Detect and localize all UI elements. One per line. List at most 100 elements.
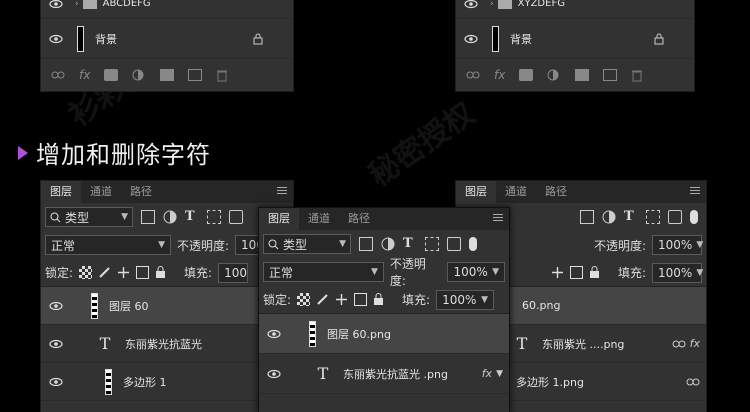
tab-layers[interactable]: 图层 xyxy=(456,181,496,203)
link-layers-icon[interactable] xyxy=(51,69,65,81)
layer-row[interactable]: 多边形 1 xyxy=(41,363,293,401)
trash-icon[interactable] xyxy=(216,69,230,82)
fx-badge[interactable]: fx xyxy=(690,337,700,350)
adjustment-filter-icon[interactable] xyxy=(163,210,177,224)
new-layer-icon[interactable] xyxy=(188,69,203,81)
type-filter-icon[interactable]: T xyxy=(185,210,199,224)
mask-icon[interactable] xyxy=(519,69,534,81)
blend-mode-select[interactable]: 正常 ▼ xyxy=(263,262,384,282)
adjustment-icon[interactable] xyxy=(547,69,561,81)
smart-object-filter-icon[interactable] xyxy=(447,237,461,251)
tab-paths[interactable]: 路径 xyxy=(536,181,576,203)
link-layers-icon[interactable] xyxy=(466,69,480,81)
lock-transparent-icon[interactable] xyxy=(297,293,311,306)
tab-layers[interactable]: 图层 xyxy=(41,181,81,203)
tab-channels[interactable]: 通道 xyxy=(81,181,121,203)
fx-icon[interactable]: fx xyxy=(494,68,505,82)
adjustment-icon[interactable] xyxy=(132,69,146,81)
tab-channels[interactable]: 通道 xyxy=(496,181,536,203)
lock-all-icon[interactable] xyxy=(373,293,386,306)
filter-type-select[interactable]: 类型 ▼ xyxy=(45,207,133,227)
lock-transparent-icon[interactable] xyxy=(79,266,93,279)
adjustment-filter-icon[interactable] xyxy=(381,237,395,251)
panel-menu-icon[interactable] xyxy=(277,187,287,195)
tab-paths[interactable]: 路径 xyxy=(121,181,161,203)
layer-row[interactable]: › ABCDEFG xyxy=(41,0,293,19)
smart-object-filter-icon[interactable] xyxy=(668,210,682,224)
fx-badge[interactable]: fx ▼ xyxy=(482,367,503,380)
fill-label: 填充: xyxy=(184,266,213,280)
layer-row-selected[interactable]: 图层 60.png xyxy=(259,314,509,354)
panel-menu-icon[interactable] xyxy=(493,214,503,222)
folder-icon xyxy=(497,0,512,9)
tab-channels[interactable]: 通道 xyxy=(299,208,339,230)
layer-row[interactable]: T 东丽紫光抗蓝光 fx xyxy=(41,325,293,363)
lock-paint-brush-icon[interactable] xyxy=(316,293,329,306)
pixel-filter-icon[interactable] xyxy=(141,210,155,224)
folder-icon[interactable] xyxy=(160,69,175,81)
adjustment-filter-icon[interactable] xyxy=(602,210,616,224)
fill-value: 100% xyxy=(442,292,477,307)
layer-row[interactable]: 背景 xyxy=(456,19,694,59)
lock-artboard-crop-icon[interactable] xyxy=(354,293,368,306)
tab-paths[interactable]: 路径 xyxy=(339,208,379,230)
lock-all-icon[interactable] xyxy=(155,266,168,279)
layer-row[interactable]: 背景 xyxy=(41,19,293,59)
shape-filter-icon[interactable] xyxy=(207,210,221,224)
fill-input[interactable]: 100% ▼ xyxy=(436,289,495,310)
panel-menu-icon[interactable] xyxy=(690,187,700,195)
section-title: 增加和删除字符 xyxy=(18,135,211,170)
pixel-filter-icon[interactable] xyxy=(580,210,594,224)
mask-icon[interactable] xyxy=(104,69,119,81)
expand-chevron-icon[interactable]: › xyxy=(490,0,494,9)
shape-filter-icon[interactable] xyxy=(646,210,660,224)
type-filter-icon[interactable]: T xyxy=(624,210,638,224)
search-icon xyxy=(50,212,61,222)
trash-icon[interactable] xyxy=(631,69,645,82)
filter-toggle-icon[interactable] xyxy=(690,210,698,224)
visibility-eye-icon[interactable] xyxy=(456,34,486,44)
blend-mode-select[interactable]: 正常 ▼ xyxy=(45,235,171,255)
layers-panel-top-right: › XYZDEFG 背景 fx xyxy=(455,0,695,92)
chevron-down-icon: ▼ xyxy=(696,267,704,278)
lock-position-move-icon[interactable] xyxy=(117,266,130,279)
visibility-eye-icon[interactable] xyxy=(259,369,289,379)
lock-position-move-icon[interactable] xyxy=(551,266,564,279)
smart-object-filter-icon[interactable] xyxy=(229,210,243,224)
folder-icon[interactable] xyxy=(575,69,590,81)
lock-artboard-crop-icon[interactable] xyxy=(136,266,150,279)
filter-toggle-icon[interactable] xyxy=(469,237,477,251)
chevron-down-icon[interactable]: ▼ xyxy=(496,369,503,379)
filter-type-select[interactable]: 类型 ▼ xyxy=(263,234,351,254)
fill-input[interactable]: 100% ▼ xyxy=(652,262,704,283)
visibility-eye-icon[interactable] xyxy=(259,329,289,339)
pixel-filter-icon[interactable] xyxy=(359,237,373,251)
lock-artboard-crop-icon[interactable] xyxy=(569,266,583,279)
layer-row[interactable]: T 东丽紫光抗蓝光 .png fx ▼ xyxy=(259,354,509,394)
visibility-eye-icon[interactable] xyxy=(41,34,71,44)
layer-name: 图层 60.png xyxy=(327,327,391,341)
link-icon[interactable] xyxy=(686,377,700,387)
opacity-input[interactable]: 100% ▼ xyxy=(652,235,703,255)
layer-row[interactable]: › XYZDEFG xyxy=(456,0,694,19)
fill-input[interactable]: 100 xyxy=(218,262,249,283)
lock-all-icon[interactable] xyxy=(589,266,602,279)
type-filter-icon[interactable]: T xyxy=(403,237,417,251)
shape-filter-icon[interactable] xyxy=(425,237,439,251)
visibility-eye-icon[interactable] xyxy=(41,0,71,9)
new-layer-icon[interactable] xyxy=(603,69,618,81)
layer-row-selected[interactable]: 图层 60 xyxy=(41,287,293,325)
tab-layers[interactable]: 图层 xyxy=(259,208,299,230)
visibility-eye-icon[interactable] xyxy=(41,339,71,349)
visibility-eye-icon[interactable] xyxy=(456,0,486,9)
visibility-eye-icon[interactable] xyxy=(41,377,71,387)
expand-chevron-icon[interactable]: › xyxy=(75,0,79,9)
lock-paint-brush-icon[interactable] xyxy=(98,266,111,279)
visibility-eye-icon[interactable] xyxy=(41,301,71,311)
link-icon[interactable]: fx xyxy=(672,337,700,350)
layer-thumbnail xyxy=(71,24,89,54)
text-layer-icon: T xyxy=(516,334,528,353)
lock-position-move-icon[interactable] xyxy=(335,293,348,306)
fx-icon[interactable]: fx xyxy=(79,68,90,82)
opacity-input[interactable]: 100% ▼ xyxy=(447,262,505,282)
